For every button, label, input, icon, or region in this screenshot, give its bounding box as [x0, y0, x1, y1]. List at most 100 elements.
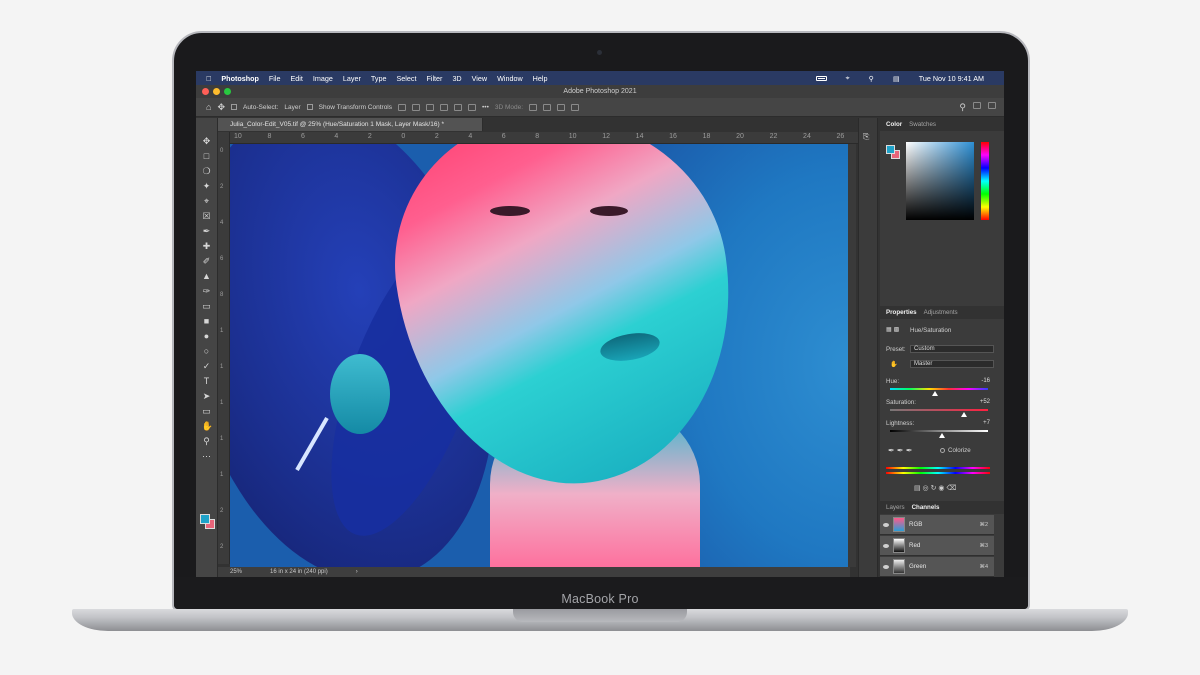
- visibility-eye-icon[interactable]: [883, 522, 889, 527]
- path-select-icon[interactable]: ➤: [202, 391, 212, 401]
- edit-toolbar-icon[interactable]: ⋯: [202, 451, 212, 461]
- hue-value[interactable]: -16: [981, 378, 990, 384]
- battery-icon[interactable]: [815, 75, 827, 81]
- zoom-level[interactable]: 25%: [230, 569, 242, 575]
- menu-edit[interactable]: Edit: [291, 74, 303, 83]
- workspace-icon[interactable]: [973, 101, 981, 109]
- tab-adjustments[interactable]: Adjustments: [924, 309, 958, 316]
- align-middle-icon[interactable]: [454, 103, 463, 111]
- tab-channels[interactable]: Channels: [912, 504, 940, 511]
- menu-3d[interactable]: 3D: [452, 74, 461, 83]
- apple-icon[interactable]: : [206, 74, 211, 83]
- blur-icon[interactable]: ●: [202, 331, 212, 341]
- lightness-slider-track[interactable]: [890, 430, 988, 432]
- lightness-slider-thumb[interactable]: [938, 433, 945, 438]
- image-canvas[interactable]: [230, 144, 848, 567]
- align-center-icon[interactable]: [412, 103, 421, 111]
- wifi-icon[interactable]: ⌖: [846, 73, 850, 83]
- hue-slider-thumb[interactable]: [932, 391, 939, 396]
- eyedropper-icon[interactable]: ✒: [202, 226, 212, 236]
- canvas-scrollbar[interactable]: [848, 144, 856, 567]
- channel-row-green[interactable]: Green ⌘4: [880, 557, 994, 577]
- close-window-icon[interactable]: [202, 88, 209, 95]
- share-icon[interactable]: [988, 101, 996, 109]
- pen-icon[interactable]: ✓: [202, 361, 212, 371]
- saturation-slider-track[interactable]: [890, 409, 988, 411]
- menu-type[interactable]: Type: [371, 74, 387, 83]
- 3d-slide-icon[interactable]: [571, 103, 580, 111]
- stamp-icon[interactable]: ▲: [202, 271, 212, 281]
- quick-select-icon[interactable]: ✦: [202, 181, 212, 191]
- align-bottom-icon[interactable]: [468, 103, 477, 111]
- tab-swatches[interactable]: Swatches: [909, 121, 936, 128]
- transform-controls-checkbox[interactable]: [306, 104, 313, 110]
- marquee-icon[interactable]: □: [202, 151, 212, 161]
- hue-slider-track[interactable]: [890, 388, 988, 390]
- eraser-icon[interactable]: ▭: [202, 301, 212, 311]
- more-options-icon[interactable]: •••: [482, 104, 489, 111]
- menu-clock[interactable]: Tue Nov 10 9:41 AM: [919, 74, 984, 83]
- menu-help[interactable]: Help: [533, 74, 548, 83]
- move-icon[interactable]: ✥: [202, 136, 212, 146]
- search-icon[interactable]: ⚲: [959, 102, 966, 113]
- zoom-window-icon[interactable]: [224, 88, 231, 95]
- auto-select-checkbox[interactable]: [230, 104, 237, 110]
- channel-dropdown[interactable]: Master: [910, 360, 994, 368]
- crop-icon[interactable]: ⌖: [202, 196, 212, 206]
- ruler-left-tick: 1: [220, 400, 224, 406]
- lasso-icon[interactable]: ❍: [202, 166, 212, 176]
- document-tab[interactable]: Julia_Color-Edit_V05.tif @ 25% (Hue/Satu…: [218, 118, 483, 131]
- home-icon[interactable]: ⌂: [206, 102, 211, 112]
- visibility-eye-icon[interactable]: [883, 543, 889, 548]
- menu-view[interactable]: View: [472, 74, 487, 83]
- menu-window[interactable]: Window: [497, 74, 523, 83]
- minimize-window-icon[interactable]: [213, 88, 220, 95]
- move-tool-icon[interactable]: ✥: [217, 102, 225, 113]
- color-picker-field[interactable]: [906, 142, 974, 220]
- gradient-icon[interactable]: ■: [202, 316, 212, 326]
- dodge-icon[interactable]: ○: [202, 346, 212, 356]
- menu-image[interactable]: Image: [313, 74, 333, 83]
- align-right-icon[interactable]: [426, 103, 435, 111]
- menu-app-name[interactable]: Photoshop: [221, 74, 259, 83]
- preset-dropdown[interactable]: Custom: [910, 345, 994, 353]
- 3d-pan-icon[interactable]: [557, 103, 566, 111]
- saturation-slider-thumb[interactable]: [961, 412, 968, 417]
- foreground-color-swatch[interactable]: [200, 514, 210, 524]
- eyedropper-sample-icon[interactable]: ✒ ✒ ✒: [888, 446, 913, 455]
- 3d-orbit-icon[interactable]: [529, 103, 538, 111]
- lightness-value[interactable]: +7: [983, 420, 990, 426]
- control-center-icon[interactable]: ▤: [893, 74, 900, 83]
- type-icon[interactable]: T: [202, 376, 212, 386]
- menu-file[interactable]: File: [269, 74, 281, 83]
- targeted-adjust-icon[interactable]: ✋: [890, 360, 898, 368]
- 3d-roll-icon[interactable]: [543, 103, 552, 111]
- history-brush-icon[interactable]: ✑: [202, 286, 212, 296]
- align-left-icon[interactable]: [398, 103, 407, 111]
- align-top-icon[interactable]: [440, 103, 449, 111]
- auto-select-dropdown[interactable]: Layer: [284, 104, 300, 111]
- hand-icon[interactable]: ✋: [202, 421, 213, 431]
- zoom-icon[interactable]: ⚲: [202, 436, 212, 446]
- channel-row-rgb[interactable]: RGB ⌘2: [880, 515, 994, 535]
- spotlight-icon[interactable]: ⚲: [869, 74, 874, 83]
- tab-properties[interactable]: Properties: [886, 309, 917, 316]
- properties-footer-icons[interactable]: ▤ ◎ ↻ ◉ ⌫: [914, 484, 956, 492]
- channel-row-red[interactable]: Red ⌘3: [880, 536, 994, 556]
- menu-select[interactable]: Select: [396, 74, 416, 83]
- visibility-eye-icon[interactable]: [883, 564, 889, 569]
- history-panel-icon[interactable]: ⎘: [863, 132, 869, 142]
- status-arrow-icon[interactable]: ›: [356, 569, 358, 575]
- shape-icon[interactable]: ▭: [202, 406, 212, 416]
- tab-color[interactable]: Color: [886, 121, 902, 128]
- healing-icon[interactable]: ✚: [202, 241, 212, 251]
- colorize-checkbox[interactable]: [940, 448, 945, 453]
- menu-layer[interactable]: Layer: [343, 74, 361, 83]
- menu-filter[interactable]: Filter: [426, 74, 442, 83]
- frame-icon[interactable]: ☒: [202, 211, 212, 221]
- brush-icon[interactable]: ✐: [202, 256, 212, 266]
- tab-layers[interactable]: Layers: [886, 504, 905, 511]
- saturation-value[interactable]: +52: [980, 399, 990, 405]
- hue-strip[interactable]: [981, 142, 989, 220]
- panel-foreground-swatch[interactable]: [886, 145, 895, 154]
